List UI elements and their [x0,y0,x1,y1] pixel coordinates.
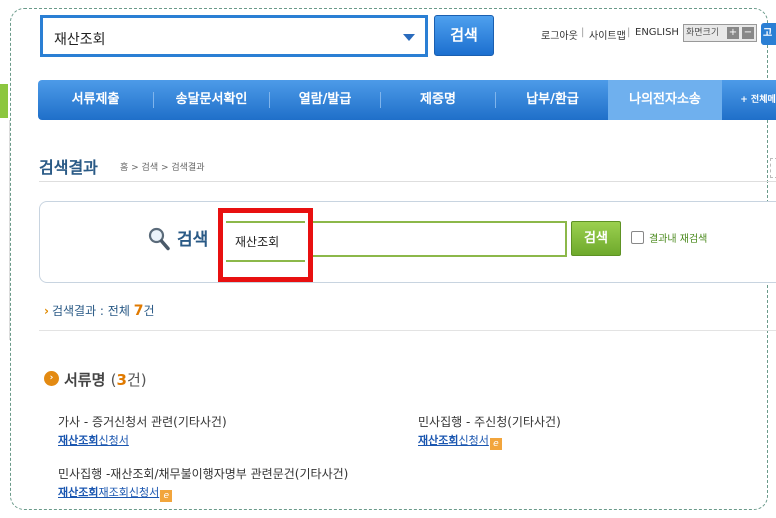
font-decrease-button[interactable]: − [742,27,754,39]
nav-item-delivery[interactable]: 송달문서확인 [154,80,269,120]
doc-link[interactable]: 재산조회신청서 [58,432,129,448]
sitemap-link[interactable]: 사이트맵 [589,27,626,42]
result-summary-label: 검색결과 : 전체 [51,304,130,318]
section-arrow-icon: › [44,371,59,386]
result-search-value[interactable]: 재산조회 [226,221,305,262]
caret-icon: › [44,304,49,318]
logout-link[interactable]: 로그아웃 [541,27,578,42]
doc-link[interactable]: 재산조회신청서 e [418,432,502,450]
top-search-button[interactable]: 검색 [434,15,494,56]
doc-link[interactable]: 재산조회재조회신청서 e [58,484,173,502]
english-link[interactable]: ENGLISH [635,27,679,38]
left-side-tab[interactable] [0,84,8,118]
result-search-label: 검색 [177,230,209,250]
doc-category: 가사 - 증거신청서 관련(기타사건) [58,415,227,429]
nav-item-submit[interactable]: 서류제출 [38,80,153,120]
page-title: 검색결과 [39,158,98,177]
magnifier-icon [148,227,170,251]
main-nav: 서류제출 송달문서확인 열람/발급 제증명 납부/환급 나의전자소송 + 전체메 [38,80,776,120]
ie-icon: e [160,490,173,502]
ie-icon: e [489,438,502,450]
font-increase-button[interactable]: + [727,27,739,39]
divider [39,181,776,182]
nav-item-payment[interactable]: 납부/환급 [496,80,609,120]
result-summary: › 검색결과 : 전체 7건 [44,302,155,319]
result-search-button[interactable]: 검색 [571,221,621,256]
chevron-down-icon[interactable] [403,34,415,41]
util-separator: | [581,27,585,38]
nav-item-my-litigation[interactable]: 나의전자소송 [608,80,722,120]
font-size-control: 화면크기 + − [683,24,757,42]
section-title-text: 서류명 [64,371,106,389]
research-label: 결과내 재검색 [649,234,708,245]
top-search-select[interactable]: 재산조회 [40,15,428,57]
edge-button[interactable]: 고 [761,23,776,45]
left-divider [0,120,10,340]
doc-category: 민사집행 - 주신청(기타사건) [418,415,561,429]
util-separator: | [627,27,631,38]
research-checkbox[interactable] [631,231,644,244]
doc-category: 민사집행 -재산조회/채무불이행자명부 관련문건(기타사건) [58,467,349,481]
nav-item-certificate[interactable]: 제증명 [381,80,495,120]
section-count: (3건) [110,371,147,389]
nav-all-menu[interactable]: + 전체메 [733,80,776,120]
font-size-label: 화면크기 [686,28,720,38]
section-title: 서류명 (3건) [64,369,147,390]
breadcrumb: 홈 > 검색 > 검색결과 [120,163,205,173]
divider [39,330,776,331]
edge-marker [770,158,776,178]
result-total: 7 [133,303,144,319]
nav-item-view-issue[interactable]: 열람/발급 [270,80,380,120]
result-unit: 건 [143,304,155,318]
top-search-value: 재산조회 [54,32,106,48]
highlight-box: 재산조회 [218,208,313,282]
